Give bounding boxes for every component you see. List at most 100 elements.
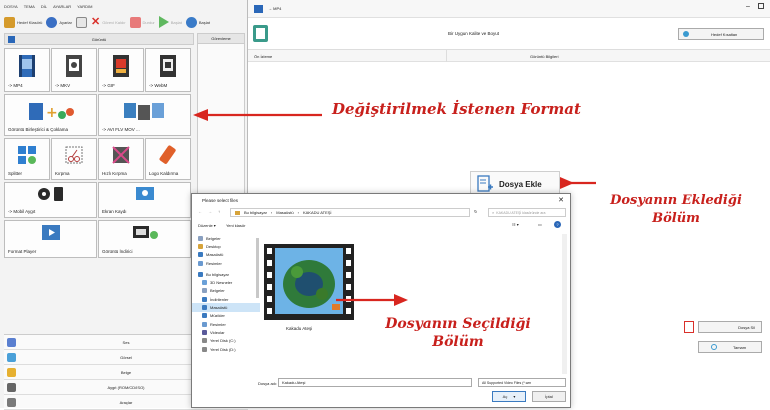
filename-input[interactable]: Kakadu Ateşi [278,378,472,387]
nav-item[interactable]: Belgeler [192,234,260,242]
menu-language[interactable]: DİL [41,4,47,12]
cancel-button[interactable]: İptal [532,391,566,402]
documents-icon [202,288,207,294]
new-folder-button[interactable]: Yeni klasör [226,223,245,228]
tile-quick-crop[interactable]: Hızlı Kırpma [98,138,144,180]
dialog-footer: Dosya adı: Kakadu Ateşi All Supported Vi… [192,376,570,409]
task-queue-header: Görevleme [198,34,244,44]
tile-webm[interactable]: -> WebM [145,48,191,92]
video-joiner-icon: + [28,103,74,121]
splitter-icon [18,146,36,164]
file-name: Kakadu Ateşi [286,326,313,331]
tile-video-downloader[interactable]: Görüntü İndirici [98,220,191,258]
app-icon [254,5,263,13]
stop-button[interactable]: Durdur [129,16,155,28]
videos-icon [202,329,207,335]
menu-settings[interactable]: AYARLAR [53,4,71,12]
forward-icon[interactable]: → [208,209,212,214]
mobile-device-icon [37,187,63,201]
remove-task-button[interactable]: ✕ Görevi Kaldır [90,16,126,28]
tile-avi-flv-mov[interactable]: -> AVI FLV MOV ... [98,94,191,136]
ok-button[interactable]: Tamam [698,341,762,353]
tile-gif[interactable]: -> GIF [98,48,144,92]
refresh-icon[interactable]: ↻ [474,209,477,214]
clear-list-button[interactable]: Dosya Sil [698,321,762,333]
delete-icon[interactable] [684,321,694,333]
3d-objects-icon [202,280,207,286]
window-title: → MP4 [268,6,282,11]
tile-video-joiner[interactable]: + Görüntü Birleştirici & Çoklama [4,94,97,136]
output-folder-button[interactable]: Hedef Kısaltan [678,28,764,40]
nav-item[interactable]: Yerel Disk (C:) [192,337,260,345]
menu-help[interactable]: YARDIM [77,4,92,12]
output-folder-button[interactable]: Hedef Klasörü [4,16,42,28]
nav-item-this-pc[interactable]: Bu bilgisayar [192,270,260,278]
eraser-icon [159,145,176,164]
tile-mkv[interactable]: -> MKV [51,48,97,92]
up-icon[interactable]: ↑ [218,209,220,214]
nav-item[interactable]: İndirilenler [192,295,260,303]
panel-icon [8,36,15,43]
menu-theme[interactable]: TEMA [24,4,35,12]
music-icon [202,313,207,319]
tile-mobile-device[interactable]: -> Mobil Aygıt [4,182,97,218]
close-icon[interactable]: ✕ [558,196,564,204]
nav-item[interactable]: Resimler [192,320,260,328]
search-input[interactable]: ⌕ KAKADU ATEŞİ klasöründe ara [488,208,566,217]
nav-item[interactable]: Videolar [192,328,260,336]
quality-profile-label[interactable]: Bir Uygun Kalite ve Boyut [448,31,499,36]
settings-button[interactable]: Ayarlar [46,16,72,28]
breadcrumb-folder[interactable]: KAKADU ATEŞİ [303,210,332,215]
help-icon[interactable]: ? [554,221,561,228]
drive-icon [202,346,207,352]
view-options-icon[interactable]: ☷ ▾ [512,222,519,227]
list-button[interactable] [75,16,87,28]
document-icon [7,367,16,377]
add-output-icon[interactable] [252,24,270,44]
tile-splitter[interactable]: Splitter [4,138,50,180]
column-divider [446,50,447,62]
drive-icon [202,338,207,344]
filetype-select[interactable]: All Supported Video Files (*.wm [478,378,566,387]
back-icon[interactable]: ← [198,209,202,214]
nav-item[interactable]: Resimler [192,259,260,267]
column-preview[interactable]: Ön İzleme [254,54,272,59]
start-button[interactable]: Başlat [158,16,182,28]
file-list-scrollbar[interactable] [562,234,567,374]
organize-menu[interactable]: Düzenle ▾ [198,223,216,228]
preview-pane-icon[interactable]: ▭ [538,222,542,227]
list-icon [75,16,87,28]
nav-item[interactable]: Müzikler [192,312,260,320]
tile-format-player[interactable]: Format Player [4,220,97,258]
nav-item[interactable]: Yerel Disk (D:) [192,345,260,353]
nav-item[interactable]: Belgeler [192,287,260,295]
address-bar[interactable]: Bu bilgisayar › Masaüstü › KAKADU ATEŞİ [230,208,470,217]
nav-item-desktop-selected[interactable]: Masaüstü [192,303,260,312]
mkv-icon [66,55,82,77]
column-video-info[interactable]: Görüntü Bilgileri [530,54,558,59]
tile-crop[interactable]: Kırpma [51,138,97,180]
folder-icon [235,210,240,215]
minimize-icon[interactable]: – [746,3,750,10]
pictures-icon [198,260,203,266]
breadcrumb-desktop[interactable]: Masaüstü [276,210,293,215]
remove-icon: ✕ [90,16,101,28]
web-button[interactable]: Başlat [185,16,210,28]
open-button[interactable]: Aç ▾ [492,391,526,402]
nav-item[interactable]: Desktop [192,242,260,250]
video-thumbnail [264,244,354,320]
file-item[interactable]: Kakadu Ateşi [264,244,354,340]
tile-logo-remove[interactable]: Logo Kaldırma [145,138,191,180]
annotation-format: Değiştirilmek İstenen Format [332,100,581,118]
menu-file[interactable]: DOSYA [4,4,18,12]
nav-pane-scrollbar[interactable] [256,238,259,298]
nav-item[interactable]: Masaüstü [192,251,260,259]
tile-screen-record[interactable]: Ekran Kaydı [98,182,191,218]
breadcrumb-this-pc[interactable]: Bu bilgisayar [244,210,267,215]
gif-icon [113,55,129,77]
dialog-titlebar: Please select files ✕ [202,196,564,204]
settings-icon [46,16,58,28]
tile-mp4[interactable]: -> MP4 [4,48,50,92]
maximize-icon[interactable] [758,3,764,9]
nav-item[interactable]: 3D Nesneler [192,278,260,286]
